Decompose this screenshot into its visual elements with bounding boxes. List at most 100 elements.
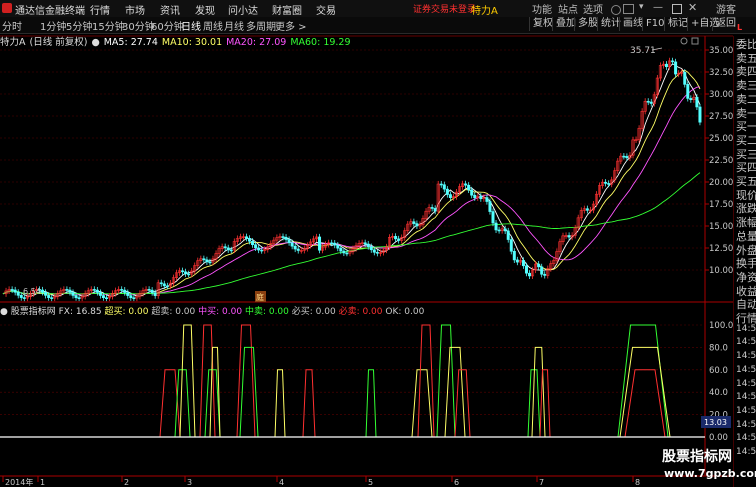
candle-body — [132, 297, 136, 300]
candle-body — [92, 289, 96, 291]
signal-line — [302, 369, 316, 438]
candle-body — [372, 249, 376, 253]
ma20-line — [2, 86, 701, 295]
candle-body — [433, 208, 437, 212]
candle-body — [153, 292, 157, 296]
indicator-bimai: 必买: 0.00 — [291, 307, 336, 317]
signal-line — [624, 369, 666, 438]
candle-body — [397, 238, 401, 241]
zoom-icon[interactable] — [680, 37, 688, 45]
candle-body — [318, 236, 322, 251]
side-panel-item[interactable]: 14:56 — [736, 433, 756, 443]
side-panel-item[interactable]: 14:50 — [736, 324, 756, 334]
candle-body — [509, 239, 513, 252]
candle-body — [77, 297, 81, 299]
candle-body — [524, 265, 528, 274]
candle-body — [521, 260, 525, 267]
candle-body — [187, 273, 191, 276]
candle-body — [98, 292, 102, 296]
candle-body — [129, 295, 133, 299]
signal-line — [411, 369, 433, 438]
candle-body — [339, 247, 343, 252]
candle-body — [537, 263, 541, 268]
restore-icon[interactable] — [691, 37, 699, 45]
candle-body — [345, 252, 349, 255]
candle-body — [448, 194, 452, 198]
candle-body — [284, 236, 288, 240]
indicator-settings-icon[interactable]: ● — [0, 307, 8, 317]
indicator-info-line: ● 股票指标网 FX: 16.85 超买: 0.00 超卖: 0.00 中买: … — [0, 304, 425, 317]
candle-body — [65, 289, 69, 291]
side-panel-item[interactable]: 14:50 — [736, 379, 756, 389]
candle-body — [254, 244, 258, 249]
candle-body — [646, 100, 650, 103]
candle-body — [293, 245, 297, 250]
candle-body — [664, 63, 668, 68]
signal-line — [365, 369, 377, 438]
date-tick-label: 2 — [124, 478, 129, 487]
candle-body — [698, 106, 702, 123]
candle-body — [430, 207, 434, 209]
signal-line — [236, 324, 256, 438]
signal-line — [199, 324, 216, 438]
kline-chart[interactable]: 35.0032.5030.0027.5025.0022.5020.0017.50… — [0, 0, 756, 487]
date-tick-label: 3 — [187, 478, 192, 487]
candle-body — [208, 261, 212, 264]
candle-body — [485, 197, 489, 202]
candle-body — [366, 243, 370, 247]
candle-body — [226, 247, 230, 251]
candle-body — [184, 271, 188, 275]
side-panel-item[interactable]: 14:50 — [736, 365, 756, 375]
price-tick-label: 35.00 — [709, 46, 733, 56]
price-tick-label: 32.50 — [709, 68, 733, 78]
candle-body — [515, 259, 519, 263]
candle-body — [375, 251, 379, 254]
side-panel-item[interactable]: 14:56 — [736, 447, 756, 457]
price-tick-label: 20.00 — [709, 178, 733, 188]
candle-body — [251, 240, 255, 246]
signal-line — [417, 324, 435, 438]
price-tick-label: 17.50 — [709, 200, 733, 210]
candle-body — [689, 98, 693, 100]
candle-body — [394, 236, 398, 240]
candle-body — [248, 238, 252, 242]
low-price-label: 6.54 — [23, 287, 41, 296]
candle-body — [147, 289, 151, 291]
signal-line — [274, 369, 286, 438]
price-tick-label: 15.00 — [709, 222, 733, 232]
candle-body — [369, 246, 373, 251]
side-panel-item[interactable]: 14:50 — [736, 406, 756, 416]
candle-body — [442, 184, 446, 190]
side-panel-item[interactable]: 14:50 — [736, 337, 756, 347]
candle-body — [205, 259, 209, 263]
candle-body — [506, 230, 510, 240]
side-panel-item[interactable]: 14:56 — [736, 420, 756, 430]
candle-body — [473, 194, 477, 199]
candle-body — [41, 289, 45, 293]
candle-body — [543, 273, 547, 276]
event-marker-label: 庭 — [256, 292, 264, 302]
side-panel-item[interactable]: 14:50 — [736, 351, 756, 361]
indicator-fx: FX: 16.85 — [58, 307, 102, 317]
candle-body — [290, 242, 294, 247]
candle-body — [363, 242, 367, 245]
indicator-tick-label: 100.0 — [709, 321, 733, 331]
indicator-tick-label: 80.0 — [709, 343, 728, 353]
price-tick-label: 25.00 — [709, 134, 733, 144]
candle-body — [68, 289, 72, 293]
candle-body — [497, 229, 501, 232]
side-panel-item[interactable]: 14:50 — [736, 392, 756, 402]
candle-body — [342, 250, 346, 254]
candle-body — [10, 289, 14, 291]
candle-body — [244, 236, 248, 239]
signal-line — [444, 346, 466, 438]
ma10-line — [2, 69, 701, 295]
candle-body — [470, 189, 474, 196]
candle-body — [162, 283, 166, 287]
candle-body — [464, 183, 468, 186]
indicator-ok: OK: 0.00 — [385, 307, 425, 317]
candle-body — [695, 96, 699, 108]
candle-body — [336, 244, 340, 249]
candle-body — [567, 235, 571, 238]
candle-body — [165, 285, 169, 288]
